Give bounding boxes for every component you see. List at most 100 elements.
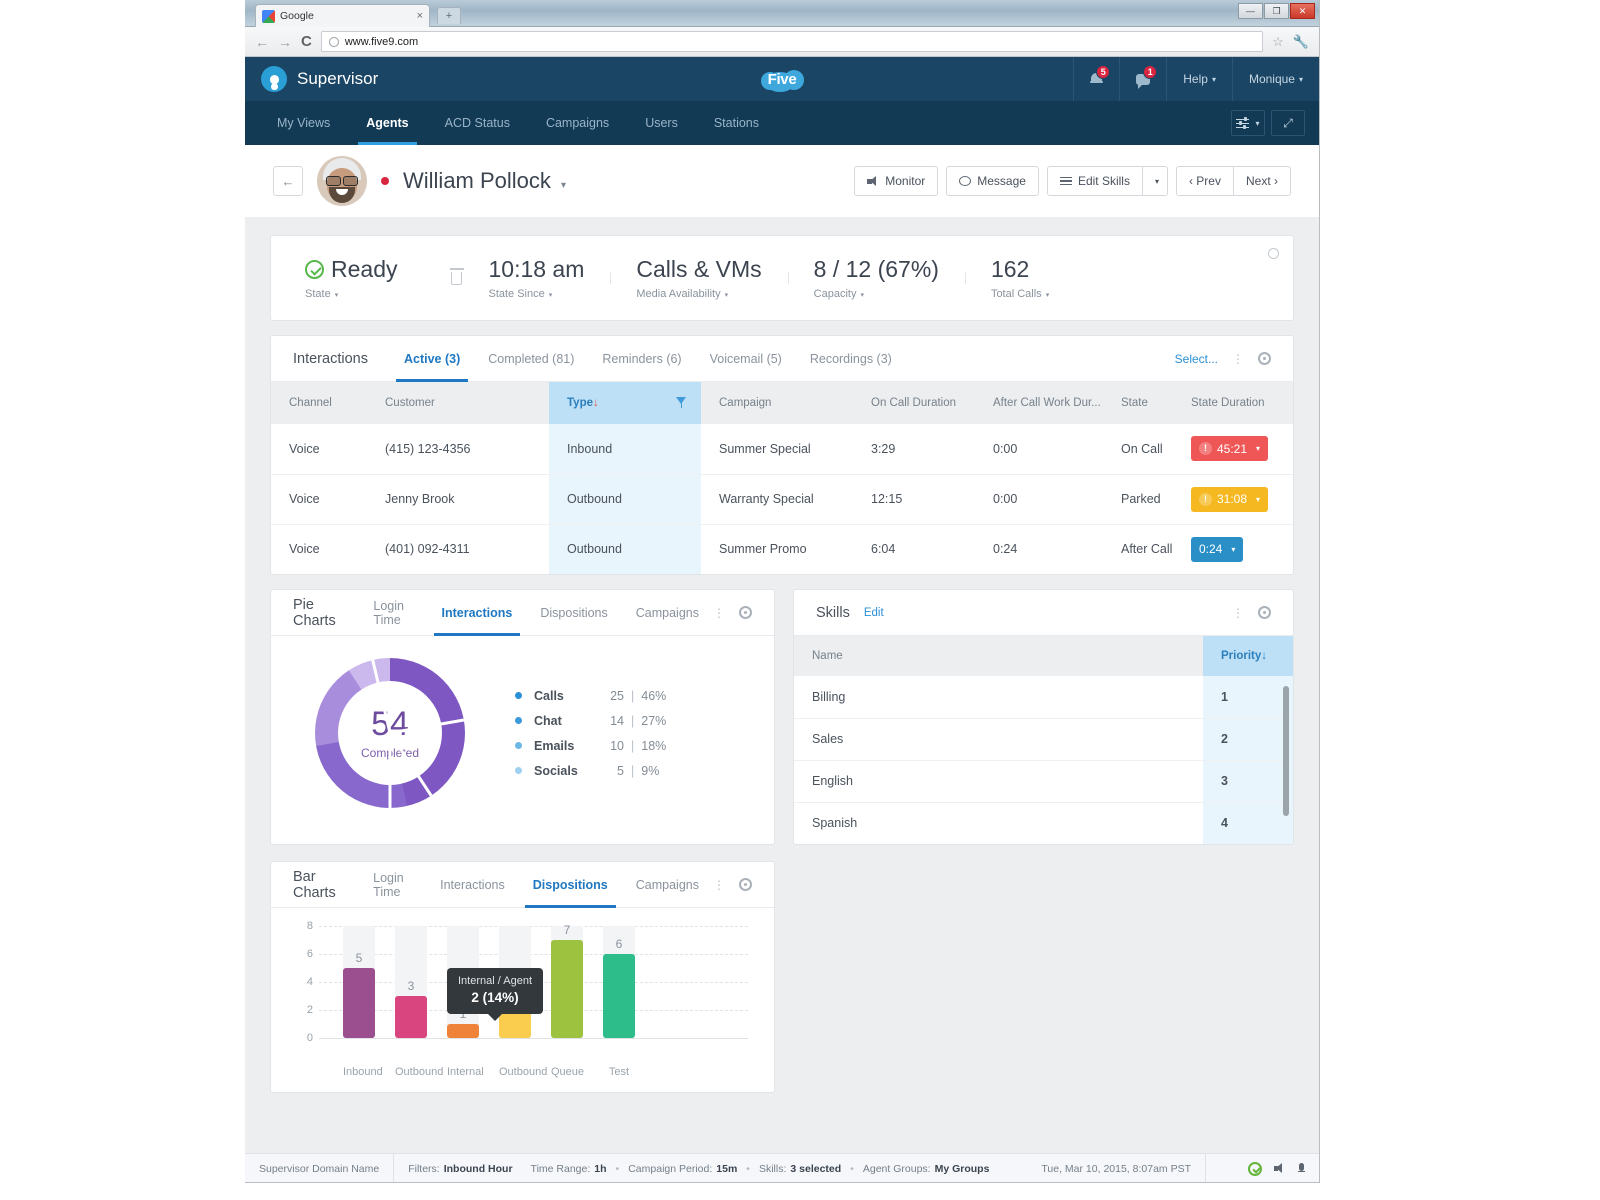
bar-column[interactable]: 7 — [551, 926, 583, 1058]
user-menu[interactable]: Monique ▾ — [1232, 57, 1319, 101]
back-button[interactable]: ← — [273, 166, 303, 196]
browser-menu-icon[interactable]: 🔧 — [1293, 34, 1309, 50]
tab-voicemail[interactable]: Voicemail (5) — [696, 336, 796, 382]
delete-icon[interactable] — [451, 272, 462, 285]
nav-item-users[interactable]: Users — [627, 101, 696, 145]
gear-icon[interactable] — [739, 878, 752, 891]
reload-icon[interactable]: C — [301, 34, 312, 49]
table-row[interactable]: Spanish 4 — [794, 802, 1293, 844]
filter-icon[interactable] — [676, 397, 687, 408]
col-skill-name[interactable]: Name — [794, 636, 1203, 676]
edit-skills-button[interactable]: Edit Skills — [1047, 166, 1143, 196]
bar[interactable] — [499, 1010, 531, 1038]
microphone-icon[interactable] — [1298, 1163, 1305, 1175]
maximize-button[interactable]: ❐ — [1264, 3, 1289, 19]
tab-active[interactable]: Active (3) — [390, 336, 474, 382]
more-options-icon[interactable]: ⋮ — [1232, 353, 1244, 365]
col-skill-priority[interactable]: Priority↓ — [1203, 636, 1293, 676]
table-row[interactable]: Sales 2 — [794, 718, 1293, 760]
edit-skills-link[interactable]: Edit — [864, 607, 884, 619]
bar-column[interactable]: 5 — [343, 926, 375, 1058]
table-row[interactable]: English 3 — [794, 760, 1293, 802]
filters-value[interactable]: Inbound Hour — [444, 1163, 513, 1175]
pie-tab-campaigns[interactable]: Campaigns — [622, 590, 713, 636]
messages-button[interactable]: 1 — [1119, 57, 1166, 101]
notifications-button[interactable]: 5 — [1073, 57, 1119, 101]
agent-groups-value[interactable]: My Groups — [935, 1163, 990, 1175]
table-row[interactable]: Billing 1 — [794, 676, 1293, 718]
nav-item-stations[interactable]: Stations — [696, 101, 777, 145]
status-badge[interactable]: ! 31:08 ▾ — [1191, 487, 1268, 512]
new-tab-button[interactable]: + — [437, 7, 461, 24]
browser-tab[interactable]: Google × — [255, 4, 430, 27]
more-options-icon[interactable]: ⋮ — [713, 607, 725, 619]
tab-recordings[interactable]: Recordings (3) — [796, 336, 906, 382]
nav-item-acd-status[interactable]: ACD Status — [427, 101, 528, 145]
gear-icon[interactable] — [739, 606, 752, 619]
more-options-icon[interactable]: ⋮ — [1232, 607, 1244, 619]
stat-total-calls[interactable]: 162 Total Calls▾ — [965, 256, 1075, 300]
tab-close-icon[interactable]: × — [417, 10, 423, 22]
col-customer[interactable]: Customer — [367, 382, 549, 424]
bar[interactable] — [343, 968, 375, 1038]
bar-tab-campaigns[interactable]: Campaigns — [622, 862, 713, 908]
bar-column[interactable]: 3 — [395, 926, 427, 1058]
stat-state[interactable]: Ready State▾ — [279, 256, 423, 300]
nav-item-agents[interactable]: Agents — [348, 101, 426, 145]
status-badge[interactable]: ! 45:21 ▾ — [1191, 436, 1268, 461]
close-window-button[interactable]: ✕ — [1290, 3, 1315, 19]
gear-icon[interactable] — [1258, 606, 1271, 619]
page-title[interactable]: William Pollock ▾ — [403, 168, 566, 194]
col-on-call-duration[interactable]: On Call Duration — [853, 382, 975, 424]
minimize-button[interactable]: — — [1238, 3, 1263, 19]
address-bar[interactable]: www.five9.com — [321, 31, 1263, 52]
col-state-duration[interactable]: State Duration — [1173, 382, 1293, 424]
bookmark-star-icon[interactable]: ☆ — [1272, 34, 1284, 50]
bar-tab-dispositions[interactable]: Dispositions — [519, 862, 622, 908]
table-row[interactable]: Voice Jenny Brook Outbound Warranty Spec… — [271, 474, 1293, 524]
bar[interactable] — [603, 954, 635, 1038]
next-agent-button[interactable]: Next › — [1233, 166, 1291, 196]
pie-tab-dispositions[interactable]: Dispositions — [526, 590, 621, 636]
tab-completed[interactable]: Completed (81) — [474, 336, 588, 382]
tab-reminders[interactable]: Reminders (6) — [588, 336, 695, 382]
edit-skills-dropdown[interactable]: ▾ — [1142, 166, 1168, 196]
col-state[interactable]: State — [1103, 382, 1173, 424]
gear-icon[interactable] — [1268, 248, 1279, 259]
gear-icon[interactable] — [1258, 352, 1271, 365]
nav-item-my-views[interactable]: My Views — [259, 101, 348, 145]
more-options-icon[interactable]: ⋮ — [713, 879, 725, 891]
time-range-value[interactable]: 1h — [594, 1163, 606, 1175]
bar[interactable] — [447, 1024, 479, 1038]
view-settings-button[interactable]: ▾ — [1231, 110, 1265, 136]
stat-capacity[interactable]: 8 / 12 (67%) Capacity▾ — [788, 256, 965, 300]
bar-tab-login-time[interactable]: Login Time — [359, 862, 426, 908]
bar-tab-interactions[interactable]: Interactions — [426, 862, 519, 908]
back-arrow-icon[interactable]: ← — [255, 35, 269, 49]
col-campaign[interactable]: Campaign — [701, 382, 853, 424]
table-row[interactable]: Voice (401) 092-4311 Outbound Summer Pro… — [271, 524, 1293, 574]
fullscreen-button[interactable]: ⤢ — [1271, 110, 1305, 136]
scrollbar[interactable] — [1283, 686, 1289, 816]
col-channel[interactable]: Channel — [271, 382, 367, 424]
stat-state-since[interactable]: 10:18 am State Since▾ — [462, 256, 610, 300]
monitor-button[interactable]: Monitor — [854, 166, 938, 196]
col-type[interactable]: Type↓ — [549, 382, 701, 424]
prev-agent-button[interactable]: ‹ Prev — [1176, 166, 1234, 196]
col-after-call-work[interactable]: After Call Work Dur... — [975, 382, 1103, 424]
bar[interactable] — [551, 940, 583, 1038]
stat-media-availability[interactable]: Calls & VMs Media Availability▾ — [610, 256, 787, 300]
skills-filter-value[interactable]: 3 selected — [790, 1163, 841, 1175]
message-button[interactable]: Message — [946, 166, 1039, 196]
table-row[interactable]: Voice (415) 123-4356 Inbound Summer Spec… — [271, 424, 1293, 474]
connection-ok-icon[interactable] — [1248, 1162, 1262, 1176]
pie-tab-login-time[interactable]: Login Time — [359, 590, 427, 636]
select-link[interactable]: Select... — [1175, 352, 1218, 366]
help-menu[interactable]: Help ▾ — [1166, 57, 1232, 101]
campaign-period-value[interactable]: 15m — [716, 1163, 737, 1175]
forward-arrow-icon[interactable]: → — [278, 35, 292, 49]
nav-item-campaigns[interactable]: Campaigns — [528, 101, 627, 145]
pie-tab-interactions[interactable]: Interactions — [428, 590, 527, 636]
bar-column[interactable]: 6 — [603, 926, 635, 1058]
bar[interactable] — [395, 996, 427, 1038]
